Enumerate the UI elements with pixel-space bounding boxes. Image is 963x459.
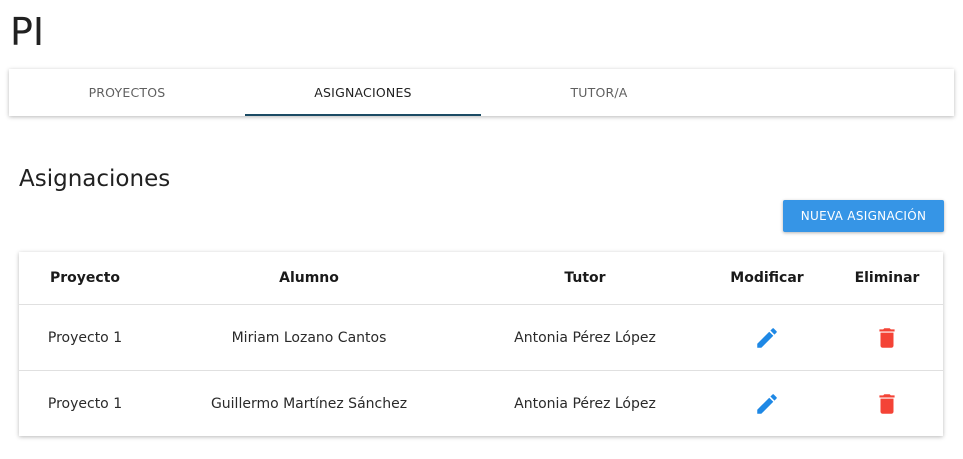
edit-button[interactable]	[751, 322, 783, 354]
cell-tutor: Antonia Pérez López	[467, 370, 703, 436]
trash-icon	[879, 393, 895, 414]
pencil-icon	[757, 327, 777, 348]
cell-student: Miriam Lozano Cantos	[231, 329, 387, 346]
header-tutor: Tutor	[467, 252, 703, 305]
assignments-table: Proyecto Alumno Tutor Modificar Eliminar…	[19, 252, 943, 436]
cell-student: Guillermo Martínez Sánchez	[151, 370, 467, 436]
tabs-bar: PROYECTOS ASIGNACIONES TUTOR/A	[9, 69, 954, 116]
app-title: PI	[10, 10, 45, 54]
assignments-table-card: Proyecto Alumno Tutor Modificar Eliminar…	[19, 252, 943, 436]
tab-proyectos[interactable]: PROYECTOS	[9, 69, 245, 116]
section-title: Asignaciones	[19, 166, 171, 192]
cell-delete	[831, 305, 943, 371]
cell-project: Proyecto 1	[47, 329, 123, 346]
delete-button[interactable]	[871, 322, 903, 354]
cell-modify	[703, 305, 831, 371]
table-row: Proyecto 1 Guillermo Martínez Sánchez An…	[19, 370, 943, 436]
table-row: Proyecto 1 Miriam Lozano Cantos Antonia …	[19, 305, 943, 371]
tab-tutor[interactable]: TUTOR/A	[481, 69, 717, 116]
header-student: Alumno	[151, 252, 467, 305]
cell-tutor: Antonia Pérez López	[514, 329, 656, 346]
edit-button[interactable]	[751, 388, 783, 420]
trash-icon	[879, 327, 895, 348]
header-delete: Eliminar	[831, 252, 943, 305]
table-header-row: Proyecto Alumno Tutor Modificar Eliminar	[19, 252, 943, 305]
delete-button[interactable]	[871, 388, 903, 420]
pencil-icon	[757, 393, 777, 414]
cell-delete	[831, 370, 943, 436]
tab-asignaciones[interactable]: ASIGNACIONES	[245, 69, 481, 116]
header-project: Proyecto	[19, 252, 151, 305]
new-assignment-button[interactable]: NUEVA ASIGNACIÓN	[783, 200, 944, 232]
cell-modify	[703, 370, 831, 436]
header-modify: Modificar	[703, 252, 831, 305]
cell-project: Proyecto 1	[19, 370, 151, 436]
